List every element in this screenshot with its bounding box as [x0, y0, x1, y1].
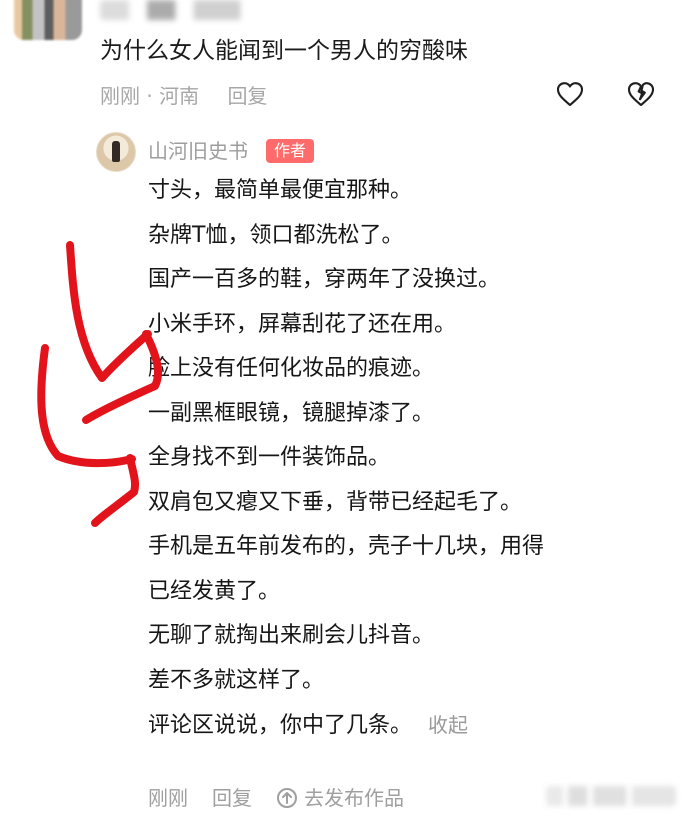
author-avatar[interactable] — [96, 132, 136, 172]
question-reply-button[interactable]: 回复 — [227, 84, 267, 108]
reply-button[interactable]: 回复 — [212, 784, 252, 812]
reply-line: 双肩包又瘪又下垂，背带已经起毛了。 — [148, 488, 668, 518]
like-heart-icon[interactable] — [555, 80, 585, 108]
reply-line: 全身找不到一件装饰品。 — [148, 443, 668, 473]
author-name[interactable]: 山河旧史书 — [148, 137, 248, 165]
reply-line: 寸头，最简单最便宜那种。 — [148, 176, 668, 206]
reply-line-text: 寸头，最简单最便宜那种。 — [148, 178, 413, 203]
publish-work-button[interactable]: 去发布作品 — [276, 784, 404, 812]
reply-line-text: 杂牌T恤，领口都洗松了。 — [148, 222, 404, 248]
reply-line: 评论区说说，你中了几条。 收起 — [148, 710, 668, 741]
watermark-blurred — [546, 786, 676, 806]
dislike-broken-heart-icon[interactable] — [626, 80, 656, 108]
reply-line-text: 国产一百多的鞋，穿两年了没换过。 — [148, 267, 501, 292]
author-badge: 作者 — [266, 139, 315, 163]
reply-line-text: 一副黑框眼镜，镜腿掉漆了。 — [148, 400, 435, 426]
user-avatar-blurred[interactable] — [14, 0, 82, 40]
reply-line: 国产一百多的鞋，穿两年了没换过。 — [148, 265, 668, 295]
user-name-blurred — [100, 0, 280, 20]
reply-line-text: 无聊了就掏出来刷会儿抖音。 — [148, 623, 435, 648]
reply-line: 差不多就这样了。 — [148, 666, 668, 696]
reply-line-text: 脸上没有任何化妆品的痕迹。 — [148, 356, 435, 381]
reply-time: 刚刚 — [148, 786, 188, 810]
reply-line-text: 手机是五年前发布的，壳子十几块，用得 — [148, 534, 545, 559]
reply-line: 无聊了就掏出来刷会儿抖音。 — [148, 621, 668, 651]
question-meta: 刚刚 · 河南 回复 — [100, 82, 267, 110]
reply-line: 脸上没有任何化妆品的痕迹。 — [148, 354, 668, 384]
reply-line: 已经发黄了。 — [148, 577, 668, 607]
reply-line: 杂牌T恤，领口都洗松了。 — [148, 221, 668, 251]
question-text: 为什么女人能闻到一个男人的穷酸味 — [100, 38, 468, 64]
reply-line-text: 小米手环，屏幕刮花了还在用。 — [148, 311, 457, 337]
reply-line: 手机是五年前发布的，壳子十几块，用得 — [148, 532, 668, 562]
reply-line: 小米手环，屏幕刮花了还在用。 — [148, 310, 668, 340]
reply-line-text: 已经发黄了。 — [148, 578, 281, 604]
arrow-up-circle-icon — [277, 788, 297, 808]
question-time-location: 刚刚 · 河南 — [100, 84, 200, 108]
collapse-button[interactable]: 收起 — [428, 713, 468, 737]
reply-line-text: 差不多就这样了。 — [148, 667, 325, 693]
publish-work-label: 去发布作品 — [304, 786, 404, 810]
reply-line-text: 双肩包又瘪又下垂，背带已经起毛了。 — [148, 489, 523, 515]
reply-line-text: 评论区说说，你中了几条。 — [148, 713, 413, 738]
reply-line-text: 全身找不到一件装饰品。 — [148, 445, 391, 470]
author-avatar-figure — [112, 141, 120, 162]
reply-footer: 刚刚 回复 去发布作品 — [148, 784, 404, 812]
reply-content: 寸头，最简单最便宜那种。 杂牌T恤，领口都洗松了。国产一百多的鞋，穿两年了没换过。… — [148, 176, 668, 741]
reply-line: 一副黑框眼镜，镜腿掉漆了。 — [148, 399, 668, 429]
